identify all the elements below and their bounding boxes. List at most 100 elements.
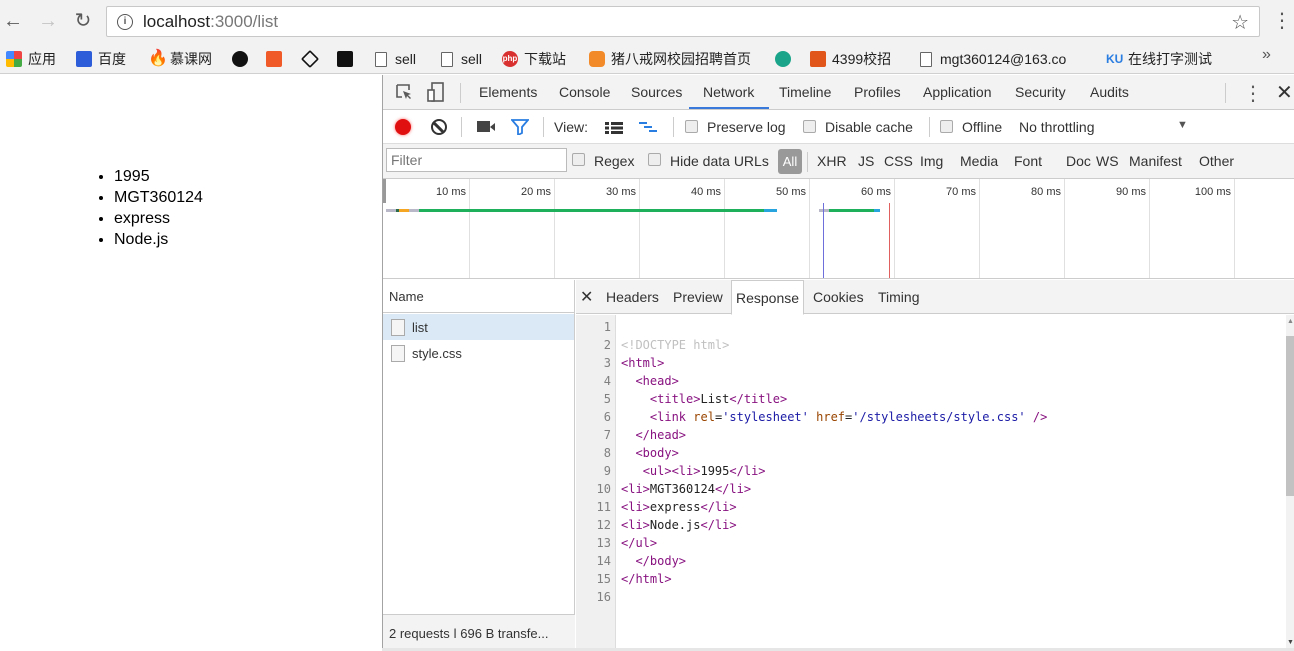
filter-type-font[interactable]: Font [1014, 153, 1042, 169]
filter-type-manifest[interactable]: Manifest [1129, 153, 1182, 169]
tab-network[interactable]: Network [703, 84, 754, 100]
bookmark-item[interactable] [300, 49, 324, 69]
timeline-gridline [1234, 179, 1235, 278]
tab-sources[interactable]: Sources [631, 84, 682, 100]
tab-preview[interactable]: Preview [669, 280, 727, 314]
divider [929, 117, 930, 137]
tab-timing[interactable]: Timing [874, 280, 924, 314]
item-list: 1995MGT360124expressNode.js [0, 166, 203, 250]
tab-profiles[interactable]: Profiles [854, 84, 901, 100]
large-rows-icon[interactable] [605, 121, 623, 137]
tab-response[interactable]: Response [731, 280, 805, 315]
url-text[interactable]: localhost:3000/list [143, 12, 278, 32]
chevron-down-icon: ▼ [1177, 119, 1188, 131]
browser-menu-icon[interactable]: ⋮ [1272, 10, 1292, 34]
filter-type-media[interactable]: Media [960, 153, 998, 169]
bookmark-item[interactable]: KU 在线打字测试 [1106, 49, 1212, 69]
filter-type-css[interactable]: CSS [884, 153, 913, 169]
filter-type-all[interactable]: All [778, 149, 802, 174]
tab-security[interactable]: Security [1015, 84, 1066, 100]
tab-audits[interactable]: Audits [1090, 84, 1129, 100]
clear-button[interactable] [431, 119, 447, 135]
scroll-up-icon[interactable]: ▲ [1287, 318, 1294, 325]
bookmark-item[interactable]: 百度 [76, 49, 126, 69]
close-detail-icon[interactable]: ✕ [580, 287, 593, 307]
request-row[interactable]: style.css [383, 340, 574, 366]
offline-checkbox[interactable] [940, 120, 953, 133]
bookmark-item[interactable]: mgt360124@163.co [920, 49, 1085, 69]
bookmark-item[interactable]: php 下载站 [502, 49, 566, 69]
scroll-down-icon[interactable]: ▼ [1287, 639, 1294, 646]
info-icon[interactable]: i [117, 14, 133, 30]
preserve-log-checkbox[interactable] [685, 120, 698, 133]
document-icon [391, 319, 405, 336]
devtools-tabbar: Elements Console Sources Network Timeline Pro… [383, 75, 1294, 110]
response-scrollbar[interactable]: ▲ ▼ [1286, 315, 1294, 651]
line-number: 9 [603, 464, 611, 478]
record-button[interactable] [395, 119, 411, 135]
back-button[interactable]: ← [2, 10, 24, 32]
bookmark-item[interactable]: sell [375, 49, 416, 69]
tab-application[interactable]: Application [923, 84, 992, 100]
zbj-icon [589, 51, 605, 67]
timeline-handle[interactable] [383, 179, 386, 203]
tab-headers[interactable]: Headers [602, 280, 663, 314]
bookmark-item[interactable]: 4399校招 [810, 49, 891, 69]
disable-cache-checkbox[interactable] [803, 120, 816, 133]
tab-elements[interactable]: Elements [479, 84, 537, 100]
filter-type-img[interactable]: Img [920, 153, 943, 169]
bookmark-star-icon[interactable]: ☆ [1231, 10, 1249, 35]
tab-cookies[interactable]: Cookies [809, 280, 868, 314]
bookmark-item[interactable] [266, 49, 288, 69]
bookmark-item[interactable]: sell [441, 49, 482, 69]
filter-type-other[interactable]: Other [1199, 153, 1234, 169]
url-path: :3000/list [210, 12, 279, 31]
forward-button[interactable]: → [37, 10, 59, 32]
bookmarks-overflow-button[interactable]: » [1262, 46, 1271, 64]
regex-label: Regex [594, 153, 635, 169]
name-column-header[interactable]: Name [383, 280, 575, 313]
bookmark-item[interactable] [232, 49, 254, 69]
filter-type-ws[interactable]: WS [1096, 153, 1119, 169]
hide-data-urls-checkbox[interactable] [648, 153, 661, 166]
bookmark-item[interactable]: 应用 [6, 49, 56, 69]
filter-type-doc[interactable]: Doc [1066, 153, 1091, 169]
throttling-select[interactable]: No throttling ▼ [1019, 114, 1199, 140]
regex-checkbox[interactable] [572, 153, 585, 166]
filter-type-js[interactable]: JS [858, 153, 874, 169]
response-source[interactable]: 1 2 <!DOCTYPE html> 3 <html> 4 <head> 5 <title… [576, 315, 1286, 651]
code-line: <li>express</li> [621, 500, 737, 514]
request-row[interactable]: list [383, 314, 574, 340]
code-line: </body> [635, 554, 687, 568]
close-devtools-icon[interactable]: ✕ [1276, 80, 1293, 105]
scroll-thumb[interactable] [1286, 336, 1294, 496]
page-icon [375, 51, 387, 67]
divider [673, 117, 674, 137]
address-bar[interactable]: i localhost:3000/list ☆ [106, 6, 1260, 37]
divider [1225, 83, 1226, 103]
devtools-panel: Elements Console Sources Network Timeline Pro… [382, 75, 1294, 651]
detail-tabbar: ✕ Headers Preview Response Cookies Timing [576, 280, 1294, 315]
inspect-element-icon[interactable] [395, 83, 413, 101]
bookmark-item[interactable]: 猪八戒网校园招聘首页 [589, 49, 757, 69]
tab-timeline[interactable]: Timeline [779, 84, 831, 100]
timeline-request-bar [399, 209, 409, 212]
tab-console[interactable]: Console [559, 84, 610, 100]
bookmark-item[interactable] [337, 49, 359, 69]
divider [807, 152, 808, 172]
device-toolbar-icon[interactable] [427, 82, 445, 102]
filter-input[interactable] [386, 148, 567, 172]
filter-type-xhr[interactable]: XHR [817, 153, 847, 169]
reload-button[interactable]: ↻ [72, 10, 94, 32]
filter-icon[interactable] [510, 119, 530, 138]
bookmark-label: 4399校招 [832, 51, 892, 67]
disable-cache-label: Disable cache [825, 119, 913, 135]
capture-screenshots-icon[interactable] [477, 121, 495, 132]
bookmark-item[interactable]: 🔥 慕课网 [148, 49, 212, 69]
overview-waterfall-icon[interactable] [639, 121, 657, 137]
line-number: 16 [596, 590, 611, 604]
4399-icon [810, 51, 826, 67]
bookmark-item[interactable] [775, 49, 797, 69]
devtools-menu-icon[interactable]: ⋮ [1243, 81, 1263, 106]
divider [460, 83, 461, 103]
